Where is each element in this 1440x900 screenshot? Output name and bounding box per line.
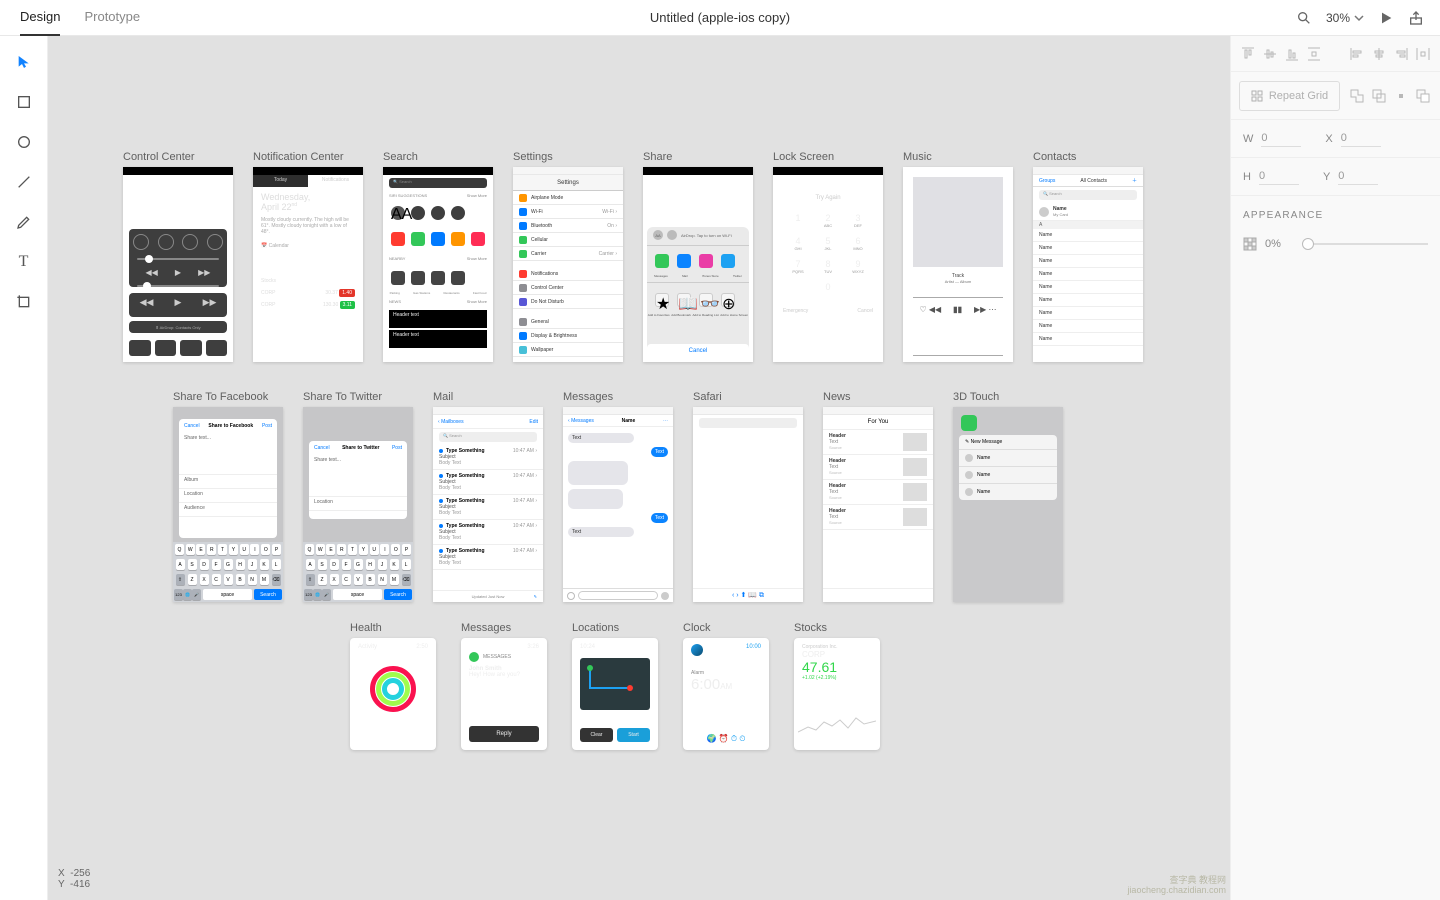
tab-prototype[interactable]: Prototype — [84, 0, 140, 36]
artboard-label[interactable]: Contacts — [1033, 151, 1143, 163]
width-input[interactable] — [1261, 130, 1301, 147]
x-input[interactable] — [1341, 130, 1381, 147]
height-input[interactable] — [1259, 168, 1299, 185]
watermark: 查字典 教程网 jiaocheng.chazidian.com — [1127, 876, 1226, 896]
artboard-label[interactable]: Locations — [572, 622, 658, 634]
artboard-control-center[interactable]: ◀◀▶▶▶ ◀◀▶▶▶ ⬆ AirDrop: Contacts Only — [123, 167, 233, 362]
top-bar: Design Prototype Untitled (apple-ios cop… — [0, 0, 1440, 36]
union-icon[interactable] — [1348, 87, 1366, 105]
ellipse-tool[interactable] — [14, 132, 34, 152]
artboard-label[interactable]: Safari — [693, 391, 803, 403]
repeat-grid-button[interactable]: Repeat Grid — [1239, 81, 1340, 111]
artboard-contacts[interactable]: GroupsAll Contacts＋ 🔍 Search NameMy Card… — [1033, 167, 1143, 362]
align-bottom-icon[interactable] — [1283, 45, 1301, 63]
share-icon[interactable] — [1408, 10, 1424, 26]
tab-design[interactable]: Design — [20, 0, 60, 36]
exclude-icon[interactable] — [1414, 87, 1432, 105]
artboard-notification-center[interactable]: TodayNotifications Wednesday,April 22nd … — [253, 167, 363, 362]
document-title: Untitled (apple-ios copy) — [650, 10, 790, 25]
intersect-icon[interactable] — [1392, 87, 1410, 105]
artboard-label[interactable]: Music — [903, 151, 1013, 163]
artboard-label[interactable]: Control Center — [123, 151, 233, 163]
artboard-health[interactable]: Activity2:50 — [350, 638, 436, 750]
search-icon[interactable] — [1296, 10, 1312, 26]
artboard-locations[interactable]: 10:24 Clear Start — [572, 638, 658, 750]
artboard-label[interactable]: Share — [643, 151, 753, 163]
artboard-clock[interactable]: 10:00 Alarm 6:00AM 🌍 ⏰ ⏱ ⏲ — [683, 638, 769, 750]
artboard-label[interactable]: Mail — [433, 391, 543, 403]
artboard-label[interactable]: Share To Facebook — [173, 391, 283, 403]
artboard-label[interactable]: Messages — [461, 622, 547, 634]
artboard-music[interactable]: TrackArtist — Album ♡ ◀◀ ▮▮ ▶▶ ⋯ — [903, 167, 1013, 362]
pen-tool[interactable] — [14, 212, 34, 232]
align-hcenter-icon[interactable] — [1370, 45, 1388, 63]
play-icon[interactable] — [1378, 10, 1394, 26]
artboard-label[interactable]: Messages — [563, 391, 673, 403]
zoom-control[interactable]: 30% — [1326, 11, 1364, 25]
artboard-lock-screen[interactable]: Try Again 1 2ABC 3DEF 4GHI 5JKL 6MNO 7PQ… — [773, 167, 883, 362]
artboard-label[interactable]: Health — [350, 622, 436, 634]
canvas-coords: X -256 Y -416 — [58, 868, 90, 890]
artboard-settings[interactable]: Settings Airplane Mode Wi-FiWi-Fi › Blue… — [513, 167, 623, 362]
align-top-icon[interactable] — [1239, 45, 1257, 63]
artboard-mail[interactable]: ‹ MailboxesEdit 🔍 Search Type Something1… — [433, 407, 543, 602]
distribute-h-icon[interactable] — [1414, 45, 1432, 63]
artboard-news[interactable]: For You HeaderTextSourceHeaderTextSource… — [823, 407, 933, 602]
artboard-share[interactable]: AAAirDrop. Tap to turn on Wi-Fi Messages… — [643, 167, 753, 362]
rectangle-tool[interactable] — [14, 92, 34, 112]
artboard-label[interactable]: 3D Touch — [953, 391, 1063, 403]
artboard-share-facebook[interactable]: CancelShare to FacebookPost Share text..… — [173, 407, 283, 602]
align-right-icon[interactable] — [1392, 45, 1410, 63]
artboard-search[interactable]: 🔍 Search SIRI SUGGESTIONSShow More AA NE… — [383, 167, 493, 362]
text-tool[interactable]: T — [14, 252, 34, 272]
canvas[interactable]: Control Center ◀◀▶▶▶ ◀◀▶▶▶ ⬆ AirDrop: Co… — [48, 36, 1230, 900]
artboard-label[interactable]: Lock Screen — [773, 151, 883, 163]
artboard-label[interactable]: Share To Twitter — [303, 391, 413, 403]
artboard-stocks[interactable]: Corporation Inc. CORP 47.61 +1.02 (+2.19… — [794, 638, 880, 750]
artboard-label[interactable]: Settings — [513, 151, 623, 163]
align-vcenter-icon[interactable] — [1261, 45, 1279, 63]
grid-icon — [1251, 90, 1263, 102]
select-tool[interactable] — [14, 52, 34, 72]
opacity-icon — [1243, 237, 1257, 251]
chevron-down-icon — [1354, 13, 1364, 23]
artboard-label[interactable]: Notification Center — [253, 151, 363, 163]
artboard-safari[interactable]: ‹ › ⬆ 📖 ⧉ — [693, 407, 803, 602]
y-input[interactable] — [1338, 168, 1378, 185]
artboard-label[interactable]: News — [823, 391, 933, 403]
artboard-share-twitter[interactable]: CancelShare to TwitterPost Share text...… — [303, 407, 413, 602]
artboard-messages[interactable]: ‹ MessagesName⋯ Text Text Text Text — [563, 407, 673, 602]
artboard-label[interactable]: Stocks — [794, 622, 880, 634]
left-toolbar: T — [0, 36, 48, 900]
artboard-watch-messages[interactable]: 3:26 MESSAGES John SmithHey! How are you… — [461, 638, 547, 750]
distribute-v-icon[interactable] — [1305, 45, 1323, 63]
opacity-slider[interactable] — [1307, 243, 1428, 245]
artboard-label[interactable]: Search — [383, 151, 493, 163]
subtract-icon[interactable] — [1370, 87, 1388, 105]
artboard-label[interactable]: Clock — [683, 622, 769, 634]
artboard-3d-touch[interactable]: ✎ New Message Name Name Name — [953, 407, 1063, 602]
align-left-icon[interactable] — [1348, 45, 1366, 63]
right-panel: Repeat Grid W X H Y APPEARANCE 0% — [1230, 36, 1440, 900]
appearance-header: APPEARANCE — [1231, 196, 1440, 229]
line-tool[interactable] — [14, 172, 34, 192]
artboard-tool[interactable] — [14, 292, 34, 312]
